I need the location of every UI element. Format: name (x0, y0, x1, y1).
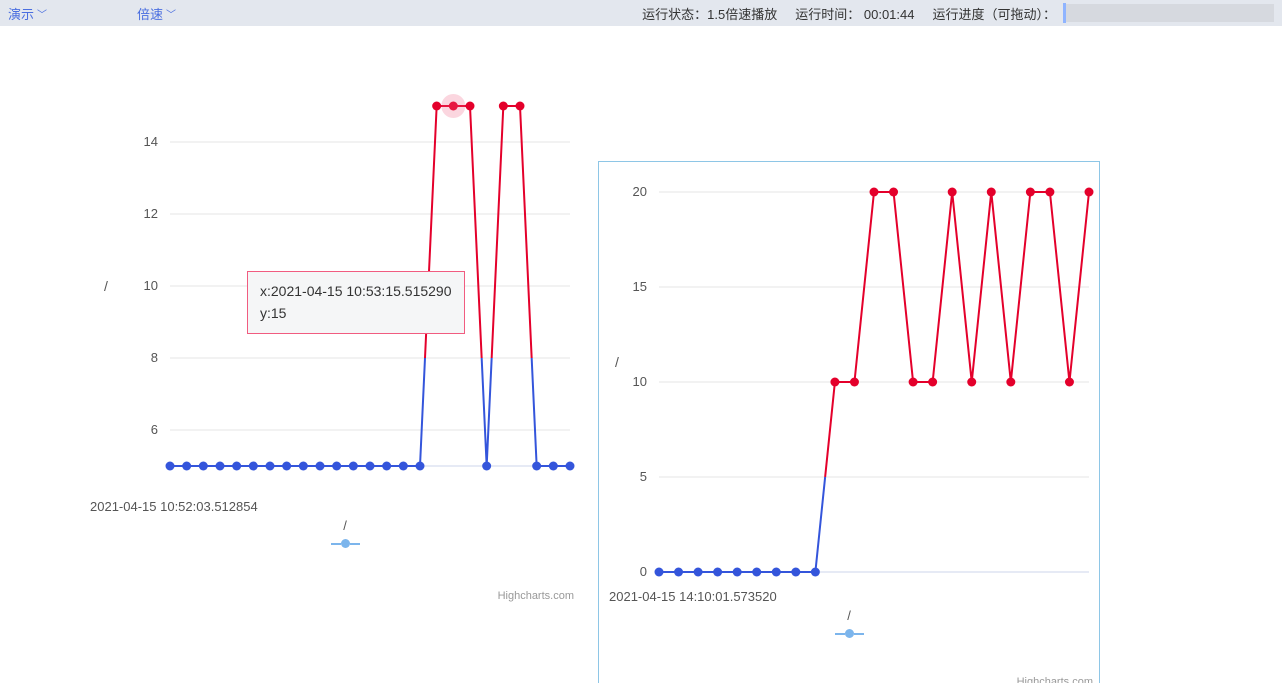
time-value: 00:01:44 (864, 7, 915, 22)
run-status: 运行状态：1.5倍速播放 (642, 4, 777, 23)
chevron-down-icon: ﹀ (37, 6, 47, 21)
run-time: 运行时间： 00:01:44 (795, 4, 914, 23)
x-axis-title: / (110, 518, 580, 533)
tooltip-y: y:15 (260, 302, 452, 324)
chart-right: / 05101520 2021-04-15 14:10:01.573520 / … (598, 161, 1100, 683)
chart-credits[interactable]: Highcharts.com (1017, 676, 1093, 683)
demo-dropdown[interactable]: 演示 ﹀ (8, 4, 47, 23)
tooltip-x: x:2021-04-15 10:53:15.515290 (260, 280, 452, 302)
status-value: 1.5倍速播放 (707, 7, 777, 22)
svg-text:14: 14 (144, 134, 158, 149)
legend-marker-icon (341, 539, 350, 548)
svg-text:8: 8 (151, 350, 158, 365)
svg-text:12: 12 (144, 206, 158, 221)
speed-label: 倍速 (137, 4, 163, 23)
svg-text:6: 6 (151, 422, 158, 437)
chart-right-plot[interactable]: 0 5 10 15 20 (599, 172, 1099, 592)
svg-text:0: 0 (640, 564, 647, 579)
svg-text:10: 10 (633, 374, 647, 389)
legend-marker-icon (845, 629, 854, 638)
status-label: 运行状态： (642, 7, 707, 22)
legend[interactable] (599, 629, 1099, 638)
chevron-down-icon: ﹀ (166, 6, 176, 21)
speed-dropdown[interactable]: 倍速 ﹀ (137, 4, 176, 23)
legend[interactable] (110, 539, 580, 548)
chart-credits[interactable]: Highcharts.com (498, 590, 574, 602)
svg-text:20: 20 (633, 184, 647, 199)
time-label: 运行时间： (795, 7, 860, 22)
top-toolbar: 演示 ﹀ 倍速 ﹀ 运行状态：1.5倍速播放 运行时间： 00:01:44 运行… (0, 0, 1282, 26)
x-axis-title: / (599, 608, 1099, 623)
svg-text:10: 10 (144, 278, 158, 293)
progress-handle[interactable] (1063, 3, 1066, 23)
y-axis-title: / (104, 278, 108, 294)
x-axis-start-label: 2021-04-15 10:52:03.512854 (90, 499, 580, 514)
y-axis-title: / (615, 354, 619, 370)
progress-bar[interactable] (1064, 4, 1274, 22)
chart-tooltip: x:2021-04-15 10:53:15.515290 y:15 (247, 271, 465, 334)
svg-text:15: 15 (633, 279, 647, 294)
svg-text:5: 5 (640, 469, 647, 484)
progress-label: 运行进度（可拖动）： (932, 4, 1056, 23)
demo-label: 演示 (8, 4, 34, 23)
chart-left: / 68101214 2021-04-15 10:52:03.512854 / … (110, 86, 580, 606)
